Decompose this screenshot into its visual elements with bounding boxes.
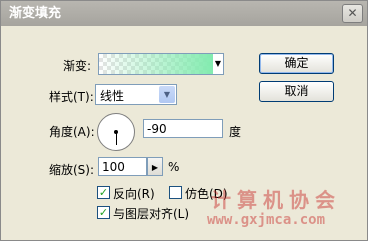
reverse-label[interactable]: 反向(R): [113, 185, 155, 202]
check-icon: ✓: [98, 206, 109, 219]
dither-checkbox[interactable]: [169, 186, 182, 199]
watermark-text: 计算机协会: [211, 188, 341, 212]
style-value: 线性: [100, 89, 125, 103]
gradient-preview[interactable]: [98, 53, 214, 75]
dialog-title: 渐变填充: [9, 6, 62, 21]
chevron-right-icon: ▶: [151, 163, 159, 172]
close-icon: ✕: [347, 6, 358, 20]
gradient-label: 渐变:: [63, 59, 92, 73]
chevron-down-icon[interactable]: ▼: [159, 86, 175, 103]
align-with-layer-checkbox[interactable]: ✓: [97, 206, 110, 219]
reverse-checkbox[interactable]: ✓: [97, 186, 110, 199]
gradient-dropdown-button[interactable]: ▼: [213, 53, 224, 75]
angle-unit: 度: [229, 125, 242, 139]
angle-input[interactable]: -90: [143, 119, 223, 138]
close-button[interactable]: ✕: [342, 4, 363, 23]
check-icon: ✓: [98, 186, 109, 199]
ok-button[interactable]: 确定: [259, 53, 334, 74]
scale-spin-button[interactable]: ▶: [147, 157, 163, 176]
scale-input[interactable]: 100: [98, 157, 147, 176]
style-label: 样式(T):: [49, 90, 94, 104]
gradient-fill-dialog: 渐变填充 ✕ 渐变: ▼ 确定 取消 样式(T): 线性 ▼ 角度(A): -9…: [0, 0, 368, 241]
watermark-url: www.gxjmca.com: [207, 212, 326, 228]
title-bar[interactable]: 渐变填充: [1, 1, 367, 26]
align-with-layer-label[interactable]: 与图层对齐(L): [113, 205, 189, 222]
dial-center-dot: [114, 130, 118, 134]
style-select[interactable]: 线性 ▼: [95, 84, 177, 105]
angle-dial[interactable]: [97, 113, 135, 151]
chevron-down-icon: ▼: [214, 59, 222, 68]
scale-label: 缩放(S):: [49, 163, 95, 177]
angle-label: 角度(A):: [49, 125, 95, 139]
cancel-button[interactable]: 取消: [259, 81, 334, 102]
scale-unit: %: [168, 160, 180, 174]
